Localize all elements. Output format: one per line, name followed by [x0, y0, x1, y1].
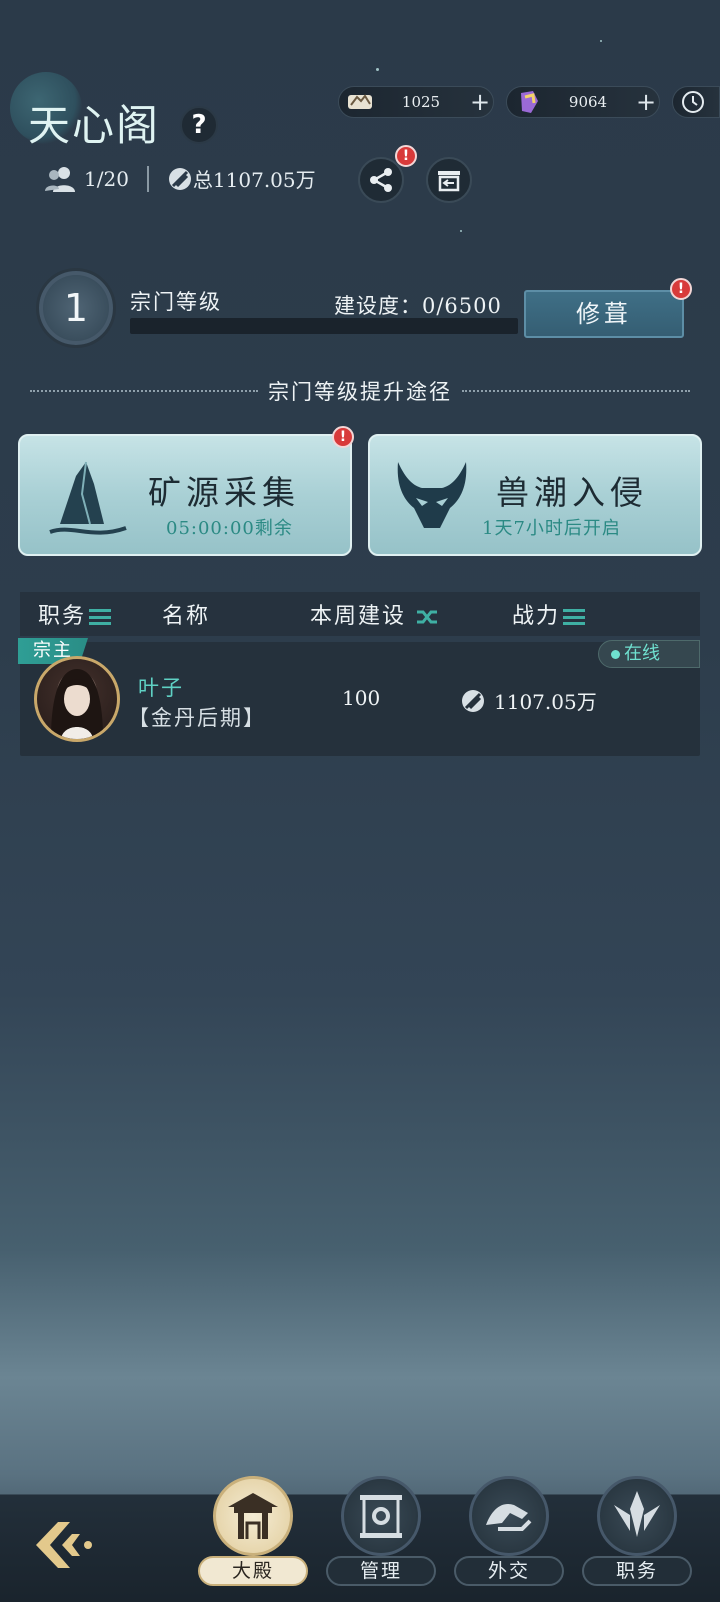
construction-progress-text: 建设度：0/6500 — [334, 294, 502, 318]
question-icon[interactable]: ? — [180, 106, 218, 144]
member-power: 1107.05万 — [460, 686, 597, 715]
sect-stats: 1/20 总1107.05万 — [44, 164, 316, 193]
tab-label: 管理 — [326, 1556, 436, 1586]
crown-emblem-icon — [614, 1491, 660, 1537]
share-icon — [370, 168, 392, 192]
star-decoration — [376, 68, 379, 71]
upgrade-routes-divider: 宗门等级提升途径 — [30, 378, 690, 404]
demon-mask-icon — [397, 462, 467, 528]
column-label: 本周建设 — [310, 604, 407, 629]
card-countdown: 05:00:00剩余 — [166, 518, 293, 539]
dotted-line — [30, 390, 258, 392]
clock-button[interactable] — [672, 86, 720, 118]
beast-invasion-card[interactable]: 兽潮入侵 1天7小时后开启 — [368, 434, 702, 556]
members-icon — [45, 166, 75, 192]
column-header-role[interactable]: 职务 — [38, 598, 112, 630]
scroll-gear-icon — [360, 1495, 402, 1538]
repair-alert-badge: ! — [670, 278, 692, 300]
tab-main-hall[interactable]: 大殿 — [198, 1476, 308, 1594]
card-title: 兽潮入侵 — [496, 473, 648, 512]
column-header-week-build[interactable]: 本周建设 — [310, 598, 439, 630]
members-count: 1/20 — [84, 166, 129, 191]
share-button[interactable] — [358, 157, 404, 203]
column-header-power[interactable]: 战力 — [512, 598, 586, 630]
power-icon — [462, 689, 484, 712]
tab-label: 大殿 — [198, 1556, 308, 1586]
tab-label: 职务 — [582, 1556, 692, 1586]
divider — [146, 165, 149, 192]
member-portrait — [51, 669, 103, 739]
star-decoration — [600, 40, 602, 42]
spirit-stone-icon — [521, 91, 538, 113]
card-title: 矿源采集 — [148, 473, 300, 512]
tab-circle — [341, 1476, 421, 1556]
construction-progress-bar — [130, 318, 518, 334]
online-dot-icon — [611, 649, 620, 659]
member-week-build: 100 — [342, 686, 381, 710]
filter-icon — [563, 609, 586, 625]
add-silver-button[interactable]: + — [467, 89, 493, 115]
tab-circle — [597, 1476, 677, 1556]
member-realm: 【金丹后期】 — [128, 706, 266, 730]
repair-button[interactable]: 修葺 — [524, 290, 684, 338]
hall-icon — [228, 1493, 278, 1539]
add-stone-button[interactable]: + — [633, 89, 659, 115]
column-label: 战力 — [512, 604, 561, 629]
share-alert-badge: ! — [395, 145, 417, 167]
clock-icon — [682, 91, 704, 113]
power-value: 1107.05万 — [494, 690, 597, 714]
handshake-icon — [486, 1503, 532, 1531]
tab-label: 外交 — [454, 1556, 564, 1586]
dotted-line — [462, 390, 690, 392]
member-table-header: 职务 名称 本周建设 战力 — [20, 592, 700, 636]
tab-diplomacy[interactable]: 外交 — [454, 1476, 564, 1594]
status-text: 在线 — [624, 643, 660, 664]
tab-positions[interactable]: 职务 — [582, 1476, 692, 1594]
mine-alert-badge: ! — [332, 426, 354, 448]
sort-icon — [417, 610, 438, 624]
tab-management[interactable]: 管理 — [326, 1476, 436, 1594]
mountain-icon — [49, 461, 127, 535]
column-label: 职务 — [38, 604, 87, 629]
gate-icon — [438, 171, 460, 192]
currency-stone: 9064 + — [506, 86, 660, 118]
total-power: 总1107.05万 — [192, 168, 316, 192]
member-name: 叶子 — [138, 676, 184, 700]
silver-coin-icon — [348, 94, 372, 109]
tab-circle — [469, 1476, 549, 1556]
avatar[interactable] — [34, 656, 120, 742]
filter-icon — [89, 609, 112, 625]
column-header-name: 名称 — [162, 604, 211, 629]
sect-level-value: 1 — [36, 268, 116, 348]
star-decoration — [460, 230, 462, 232]
back-button[interactable] — [28, 1510, 98, 1580]
silver-value: 1025 — [401, 93, 441, 111]
sect-gate-button[interactable] — [426, 157, 472, 203]
stone-value: 9064 — [568, 93, 608, 111]
mine-gathering-card[interactable]: 矿源采集 05:00:00剩余 — [18, 434, 352, 556]
card-countdown: 1天7小时后开启 — [482, 518, 621, 539]
currency-silver: 1025 + — [338, 86, 494, 118]
sect-name: 天心阁 — [28, 101, 161, 150]
online-status: 在线 — [598, 640, 700, 668]
upgrade-routes-title: 宗门等级提升途径 — [268, 380, 452, 404]
power-icon — [168, 167, 191, 190]
tab-circle — [213, 1476, 293, 1556]
sect-level-label: 宗门等级 — [130, 290, 222, 314]
back-arrow-icon — [36, 1522, 92, 1568]
